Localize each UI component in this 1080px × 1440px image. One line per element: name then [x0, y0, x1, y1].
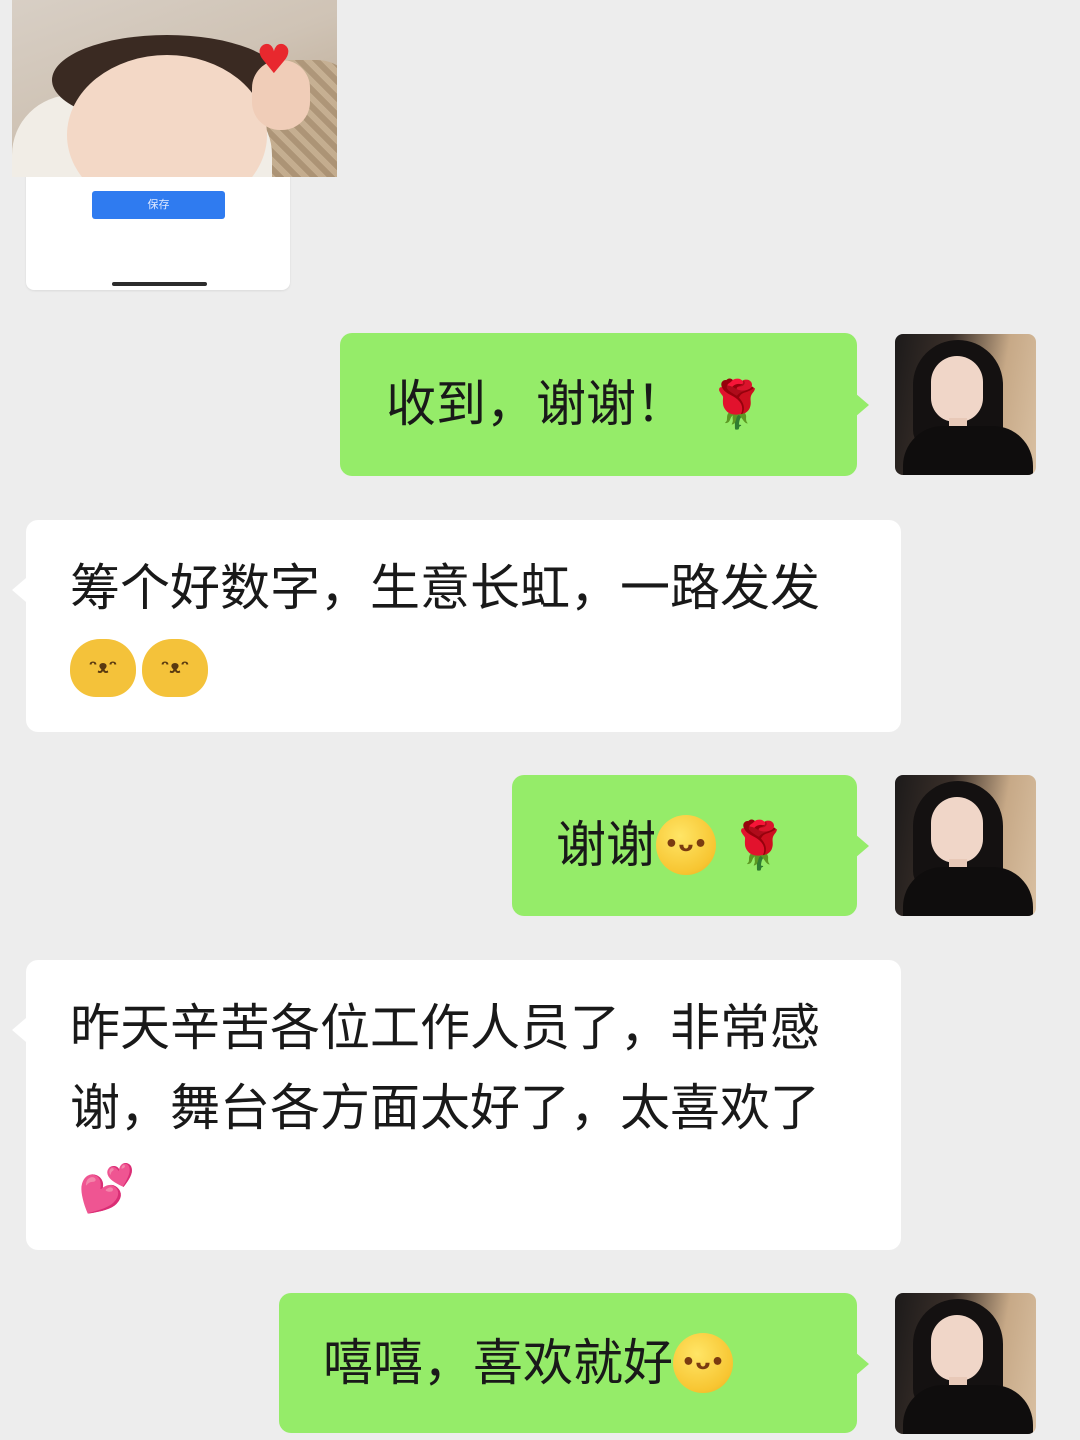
- avatar[interactable]: [895, 1293, 1036, 1434]
- message-line: 谢谢 •ᴗ• 🌹: [556, 805, 787, 889]
- message-line: 昨天辛苦各位工作人员了，非常感谢，舞台各方面太好了，太喜欢了 💕: [70, 988, 870, 1232]
- wink-tongue-icon: •ᴗ•: [673, 1332, 733, 1393]
- message-text: 筹个好数字，生意长虹，一路发发: [70, 559, 820, 617]
- doge-icon: ᵔᴥᵔ: [142, 638, 208, 697]
- message-bubble-sent[interactable]: 谢谢 •ᴗ• 🌹: [512, 775, 857, 916]
- message-text: 嘻嘻，喜欢就好: [323, 1334, 673, 1392]
- doge-icon: ᵔᴥᵔ: [70, 638, 136, 697]
- avatar[interactable]: [895, 334, 1036, 475]
- heart-icon: ♥: [256, 37, 292, 83]
- rose-icon: 🌹: [730, 817, 788, 872]
- message-text: 收到，谢谢！: [386, 375, 686, 433]
- message-line: 筹个好数字，生意长虹，一路发发 ᵔᴥᵔ ᵔᴥᵔ: [70, 548, 870, 708]
- two-hearts-icon: 💕: [78, 1160, 136, 1215]
- message-text: 谢谢: [556, 816, 656, 874]
- bubble-tail: [12, 578, 26, 602]
- shared-photo[interactable]: ♥: [12, 0, 337, 177]
- message-bubble-sent[interactable]: 收到，谢谢！ 🌹: [340, 333, 857, 476]
- bubble-tail: [12, 1018, 26, 1042]
- avatar[interactable]: [895, 775, 1036, 916]
- message-bubble-received[interactable]: 筹个好数字，生意长虹，一路发发 ᵔᴥᵔ ᵔᴥᵔ: [26, 520, 901, 732]
- bubble-tail: [855, 1352, 869, 1376]
- message-line: 嘻嘻，喜欢就好 •ᴗ•: [323, 1323, 733, 1403]
- wink-tongue-icon: •ᴗ•: [656, 814, 716, 875]
- bubble-tail: [855, 834, 869, 858]
- avatar-face: [931, 797, 983, 863]
- message-bubble-received[interactable]: 昨天辛苦各位工作人员了，非常感谢，舞台各方面太好了，太喜欢了 💕: [26, 960, 901, 1250]
- avatar-body: [903, 1385, 1033, 1434]
- message-line: 收到，谢谢！ 🌹: [386, 364, 765, 448]
- message-bubble-sent[interactable]: 嘻嘻，喜欢就好 •ᴗ•: [279, 1293, 857, 1433]
- bubble-tail: [855, 393, 869, 417]
- card-home-indicator: [112, 282, 207, 286]
- photo-child-body: [12, 35, 282, 177]
- avatar-face: [931, 356, 983, 422]
- avatar-body: [903, 867, 1033, 916]
- avatar-body: [903, 426, 1033, 475]
- message-text: 昨天辛苦各位工作人员了，非常感谢，舞台各方面太好了，太喜欢了: [70, 999, 820, 1137]
- avatar-face: [931, 1315, 983, 1381]
- save-button[interactable]: 保存: [92, 191, 225, 219]
- rose-icon: 🌹: [708, 376, 766, 431]
